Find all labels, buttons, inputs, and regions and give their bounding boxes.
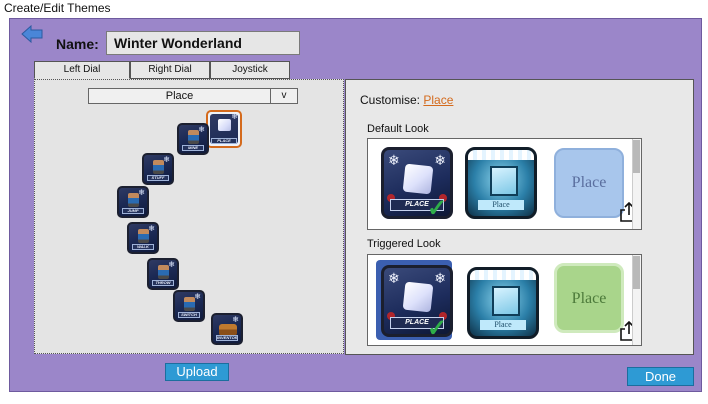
- default-look-scrollbar[interactable]: [632, 139, 641, 229]
- dial-button-jump[interactable]: ❄ JUMP: [117, 186, 149, 218]
- name-label: Name:: [56, 36, 99, 52]
- dial-button-label: STUFF: [147, 175, 169, 181]
- page-caption: Create/Edit Themes: [4, 1, 111, 15]
- default-option-ice-window[interactable]: Place: [465, 147, 537, 219]
- back-arrow-icon[interactable]: [21, 25, 43, 43]
- dial-button-label: PLACE: [211, 138, 237, 144]
- snowflake-icon: ❄: [434, 152, 446, 168]
- tab-left-dial[interactable]: Left Dial: [34, 61, 130, 79]
- dial-layout-panel: Place v ❄ PLACE ❄ MINE ❄ STUFF ❄ JUMP ❄: [34, 79, 344, 354]
- customise-target-link[interactable]: Place: [423, 93, 453, 107]
- dial-button-label: WALK: [132, 244, 154, 250]
- dial-button-mine[interactable]: ❄ MINE: [177, 123, 209, 155]
- snowflake-icon: ❄: [138, 188, 145, 197]
- checkmark-icon: ✓: [427, 195, 448, 222]
- upload-button[interactable]: Upload: [165, 363, 229, 381]
- triggered-option-ice-window[interactable]: Place: [467, 267, 539, 339]
- snowflake-icon: ❄: [163, 155, 170, 164]
- snowflake-icon: ❄: [434, 270, 446, 286]
- ice-window-icon: [492, 286, 520, 316]
- dial-button-label: SWITCH: [178, 312, 200, 318]
- tab-joystick[interactable]: Joystick: [210, 61, 290, 79]
- default-look-box: ❄ ❄ PLACE ✓ Place Place: [367, 138, 642, 230]
- dial-button-label: INVENTORY: [216, 335, 238, 341]
- dial-button-stuff[interactable]: ❄ STUFF: [142, 153, 174, 185]
- scroll-thumb[interactable]: [633, 140, 640, 173]
- triggered-look-scrollbar[interactable]: [632, 255, 641, 345]
- snow-cube-icon: [218, 119, 231, 131]
- snowflake-icon: ❄: [388, 270, 400, 286]
- dial-button-label: THROW: [152, 280, 174, 286]
- snowflake-icon: ❄: [198, 125, 205, 134]
- triggered-look-box: ❄ ❄ PLACE ✓ Place Place: [367, 254, 642, 346]
- dial-button-select[interactable]: Place v: [88, 88, 298, 104]
- dial-button-inventory[interactable]: ❄ INVENTORY: [211, 313, 243, 345]
- dial-button-walk[interactable]: ❄ WALK: [127, 222, 159, 254]
- theme-editor-window: Name: Winter Wonderland Left Dial Right …: [9, 18, 702, 392]
- icicles-icon: [468, 150, 534, 160]
- chevron-down-icon[interactable]: v: [270, 89, 297, 103]
- snowflake-icon: ❄: [231, 112, 238, 121]
- snowflake-icon: ❄: [148, 224, 155, 233]
- default-look-title: Default Look: [367, 123, 429, 135]
- snowflake-icon: ❄: [168, 260, 175, 269]
- customise-panel: Customise: Place Default Look ❄ ❄ PLACE …: [345, 79, 694, 355]
- snow-cube-icon: [402, 163, 434, 195]
- snowflake-icon: ❄: [194, 292, 201, 301]
- theme-name-input[interactable]: Winter Wonderland: [106, 31, 300, 55]
- customise-heading: Customise: Place: [360, 93, 453, 107]
- ice-window-icon: [490, 166, 518, 196]
- checkmark-icon: ✓: [427, 315, 448, 342]
- snowflake-icon: ❄: [388, 152, 400, 168]
- option-tag: Place: [478, 200, 524, 210]
- tab-right-dial[interactable]: Right Dial: [130, 61, 210, 79]
- icicles-icon: [470, 270, 536, 280]
- dial-button-label: JUMP: [122, 208, 144, 214]
- option-tag: Place: [480, 320, 526, 330]
- select-value: Place: [165, 90, 194, 102]
- snow-cube-icon: [402, 281, 434, 313]
- customise-label: Customise:: [360, 93, 421, 107]
- triggered-look-title: Triggered Look: [367, 238, 441, 250]
- done-button[interactable]: Done: [627, 367, 694, 386]
- triggered-option-green-text[interactable]: Place: [554, 263, 624, 333]
- dial-button-place[interactable]: ❄ PLACE: [206, 110, 242, 148]
- scroll-thumb[interactable]: [633, 256, 640, 289]
- dial-button-throw[interactable]: ❄ THROW: [147, 258, 179, 290]
- snowflake-icon: ❄: [232, 315, 239, 324]
- dial-button-label: MINE: [182, 145, 204, 151]
- dial-button-switch[interactable]: ❄ SWITCH: [173, 290, 205, 322]
- default-option-blue-text[interactable]: Place: [554, 148, 624, 218]
